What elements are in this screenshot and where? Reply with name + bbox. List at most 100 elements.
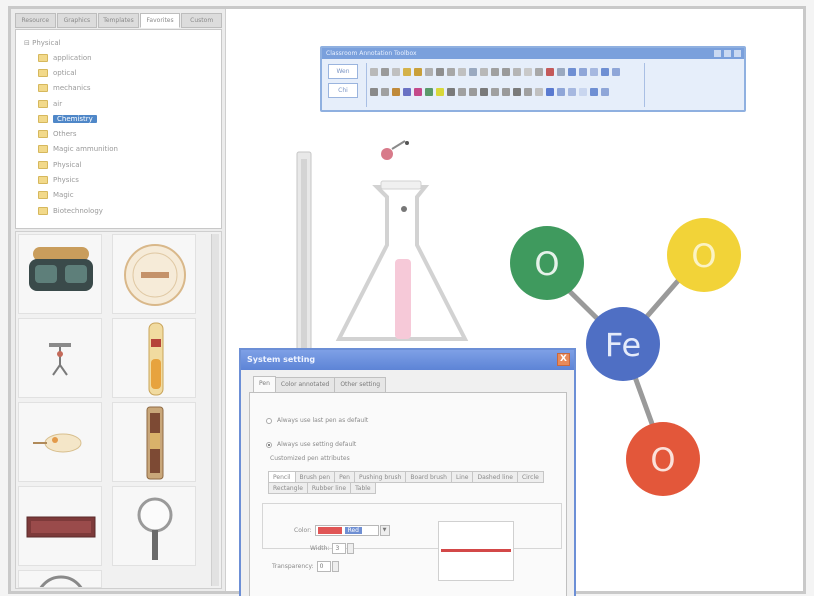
tool-icon[interactable] [370, 68, 378, 76]
width-stepper-icon[interactable] [347, 543, 355, 554]
tool-icon[interactable] [414, 88, 422, 96]
gallery-item[interactable] [112, 318, 196, 398]
pen-type-tab[interactable]: Rectangle [268, 482, 308, 494]
tool-icon[interactable] [381, 88, 389, 96]
gallery-item[interactable] [18, 234, 102, 314]
chevron-down-icon[interactable]: ▼ [379, 525, 390, 536]
tool-icon[interactable] [370, 88, 378, 96]
color-select[interactable]: Red [314, 525, 379, 536]
gallery-scrollbar[interactable] [211, 234, 219, 586]
gallery-item[interactable] [112, 234, 196, 314]
gallery-item[interactable] [18, 402, 102, 482]
tool-icon[interactable] [535, 68, 543, 76]
resource-tab[interactable]: Custom [181, 13, 222, 28]
tool-icon[interactable] [557, 68, 565, 76]
radio-setting-default[interactable]: Always use setting default [266, 441, 356, 448]
tool-icon[interactable] [546, 68, 554, 76]
tool-icon[interactable] [557, 88, 565, 96]
resource-tab[interactable]: Favorites [139, 13, 181, 28]
maximize-icon[interactable] [724, 50, 731, 57]
tree-item[interactable]: optical [24, 65, 221, 80]
tool-icon[interactable] [447, 68, 455, 76]
tree-item[interactable]: air [24, 96, 221, 111]
transparency-input[interactable]: 0 [316, 561, 331, 572]
tool-icon[interactable] [436, 68, 444, 76]
tree-item[interactable]: Others [24, 126, 221, 141]
tool-icon[interactable] [513, 88, 521, 96]
tool-icon[interactable] [612, 68, 620, 76]
pen-type-tab[interactable]: Rubber line [306, 482, 352, 494]
tool-icon[interactable] [381, 68, 389, 76]
tool-icon[interactable] [425, 68, 433, 76]
tool-icon[interactable] [447, 88, 455, 96]
pen-type-tab[interactable]: Board brush [405, 471, 452, 483]
tool-icon[interactable] [469, 88, 477, 96]
tree-root[interactable]: ⊟ Physical [24, 36, 221, 50]
pen-type-tab[interactable]: Line [450, 471, 474, 483]
tool-icon[interactable] [480, 88, 488, 96]
tree-item[interactable]: Physics [24, 172, 221, 187]
dialog-tab[interactable]: Pen [253, 376, 276, 392]
tool-icon[interactable] [579, 88, 587, 96]
annotation-toolbar[interactable]: Classroom Annotation Toolbox Wen Chi [320, 46, 746, 112]
tool-icon[interactable] [502, 88, 510, 96]
tree-item[interactable]: Chemistry [24, 111, 221, 126]
tree-item[interactable]: Magic ammunition [24, 142, 221, 157]
gallery-item[interactable] [18, 318, 102, 398]
dialog-titlebar[interactable]: System setting X [241, 350, 574, 370]
tree-item[interactable]: application [24, 50, 221, 65]
gallery-item[interactable] [112, 486, 196, 566]
tool-icon[interactable] [491, 68, 499, 76]
tree-item[interactable]: Physical [24, 157, 221, 172]
tool-icon[interactable] [601, 68, 609, 76]
tool-icon[interactable] [425, 88, 433, 96]
dialog-tab[interactable]: Color annotated [274, 377, 336, 392]
toolbar-titlebar[interactable]: Classroom Annotation Toolbox [322, 48, 744, 59]
tool-icon[interactable] [590, 88, 598, 96]
minimize-icon[interactable] [714, 50, 721, 57]
pen-type-tab[interactable]: Table [350, 482, 376, 494]
tool-icon[interactable] [513, 68, 521, 76]
tool-icon[interactable] [601, 88, 609, 96]
tool-icon[interactable] [392, 68, 400, 76]
tool-icon[interactable] [535, 88, 543, 96]
resource-tab[interactable]: Templates [98, 13, 139, 28]
tool-icon[interactable] [403, 88, 411, 96]
tool-icon[interactable] [403, 68, 411, 76]
tool-icon[interactable] [568, 68, 576, 76]
tree-item[interactable]: mechanics [24, 81, 221, 96]
tool-icon[interactable] [502, 68, 510, 76]
tool-icon[interactable] [491, 88, 499, 96]
tool-icon[interactable] [480, 68, 488, 76]
tool-icon[interactable] [524, 88, 532, 96]
tool-icon[interactable] [590, 68, 598, 76]
tool-icon[interactable] [458, 68, 466, 76]
tool-icon[interactable] [546, 88, 554, 96]
transparency-stepper-icon[interactable] [331, 561, 339, 572]
tool-icon[interactable] [458, 88, 466, 96]
gallery-item[interactable] [112, 402, 196, 482]
close-icon[interactable] [734, 50, 741, 57]
tree-item[interactable]: Magic [24, 188, 221, 203]
tool-icon[interactable] [414, 68, 422, 76]
tool-icon[interactable] [469, 68, 477, 76]
radio-last-pen[interactable]: Always use last pen as default [266, 417, 368, 424]
tool-icon[interactable] [579, 68, 587, 76]
width-input[interactable]: 3 [332, 543, 347, 554]
gallery-item[interactable] [18, 486, 102, 566]
pen-type-tab[interactable]: Dashed line [472, 471, 518, 483]
gallery-item[interactable] [18, 570, 102, 588]
tree-item[interactable]: Biotechnology [24, 203, 221, 218]
tool-icon[interactable] [436, 88, 444, 96]
resource-tab[interactable]: Graphics [56, 13, 98, 28]
close-icon[interactable]: X [557, 353, 570, 366]
tool-icon[interactable] [392, 88, 400, 96]
dialog-tab[interactable]: Other setting [334, 377, 387, 392]
category-tree[interactable]: ⊟ Physical application optical mechanics ai… [15, 29, 222, 229]
resource-tab[interactable]: Resource [15, 13, 56, 28]
mode-button-2[interactable]: Chi [328, 83, 358, 98]
mode-button-1[interactable]: Wen [328, 64, 358, 79]
tool-icon[interactable] [524, 68, 532, 76]
tool-icon[interactable] [568, 88, 576, 96]
pen-type-tab[interactable]: Circle [516, 471, 544, 483]
